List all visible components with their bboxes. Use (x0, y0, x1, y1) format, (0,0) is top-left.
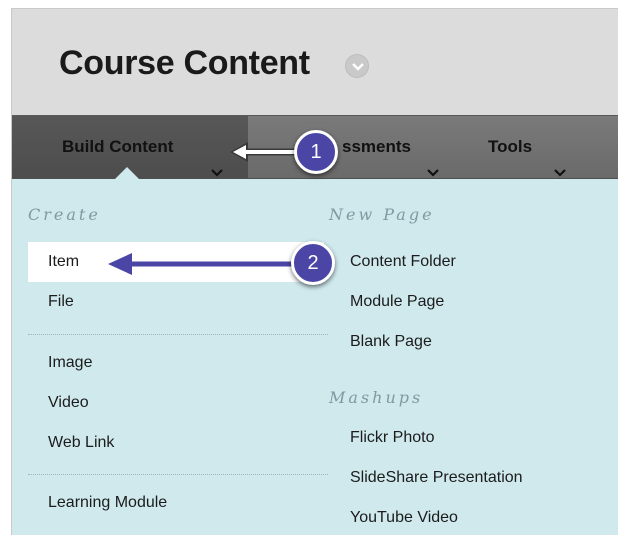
page-title: Course Content (59, 44, 310, 82)
menu-item-learning-module[interactable]: Learning Module (48, 484, 167, 522)
menu-item-module-page[interactable]: Module Page (350, 283, 444, 321)
menu-item-content-folder[interactable]: Content Folder (350, 243, 456, 281)
menu-item-image[interactable]: Image (48, 344, 92, 382)
menu-item-youtube-video[interactable]: YouTube Video (350, 499, 458, 535)
menu-item-item[interactable]: Item (48, 243, 79, 281)
menu-item-slideshare-presentation[interactable]: SlideShare Presentation (350, 459, 523, 497)
divider (28, 334, 328, 335)
menu-item-video[interactable]: Video (48, 384, 89, 422)
menu-item-file[interactable]: File (48, 283, 74, 321)
create-heading: Create (28, 205, 101, 224)
course-content-panel: Course Content Build Content ssments Too… (11, 8, 618, 535)
assessments-label: ssments (342, 137, 411, 156)
build-content-dropdown: Create New Page Item File Image Video We… (12, 179, 618, 535)
menu-item-blank-page[interactable]: Blank Page (350, 323, 432, 361)
callout-badge-2: 2 (291, 241, 335, 285)
tools-label: Tools (488, 137, 533, 156)
divider (28, 474, 328, 475)
menu-item-web-link[interactable]: Web Link (48, 424, 114, 462)
mashups-heading: Mashups (329, 388, 424, 407)
title-options-chevron-icon[interactable] (345, 54, 369, 78)
assessments-button[interactable]: ssments (342, 116, 482, 178)
dropdown-pointer (115, 167, 139, 179)
callout-badge-1: 1 (294, 130, 338, 174)
tools-button[interactable]: Tools (488, 116, 598, 178)
new-page-heading: New Page (329, 205, 435, 224)
menu-item-flickr-photo[interactable]: Flickr Photo (350, 419, 434, 457)
callout-arrow-2 (108, 253, 301, 275)
title-bar: Course Content (12, 9, 618, 115)
